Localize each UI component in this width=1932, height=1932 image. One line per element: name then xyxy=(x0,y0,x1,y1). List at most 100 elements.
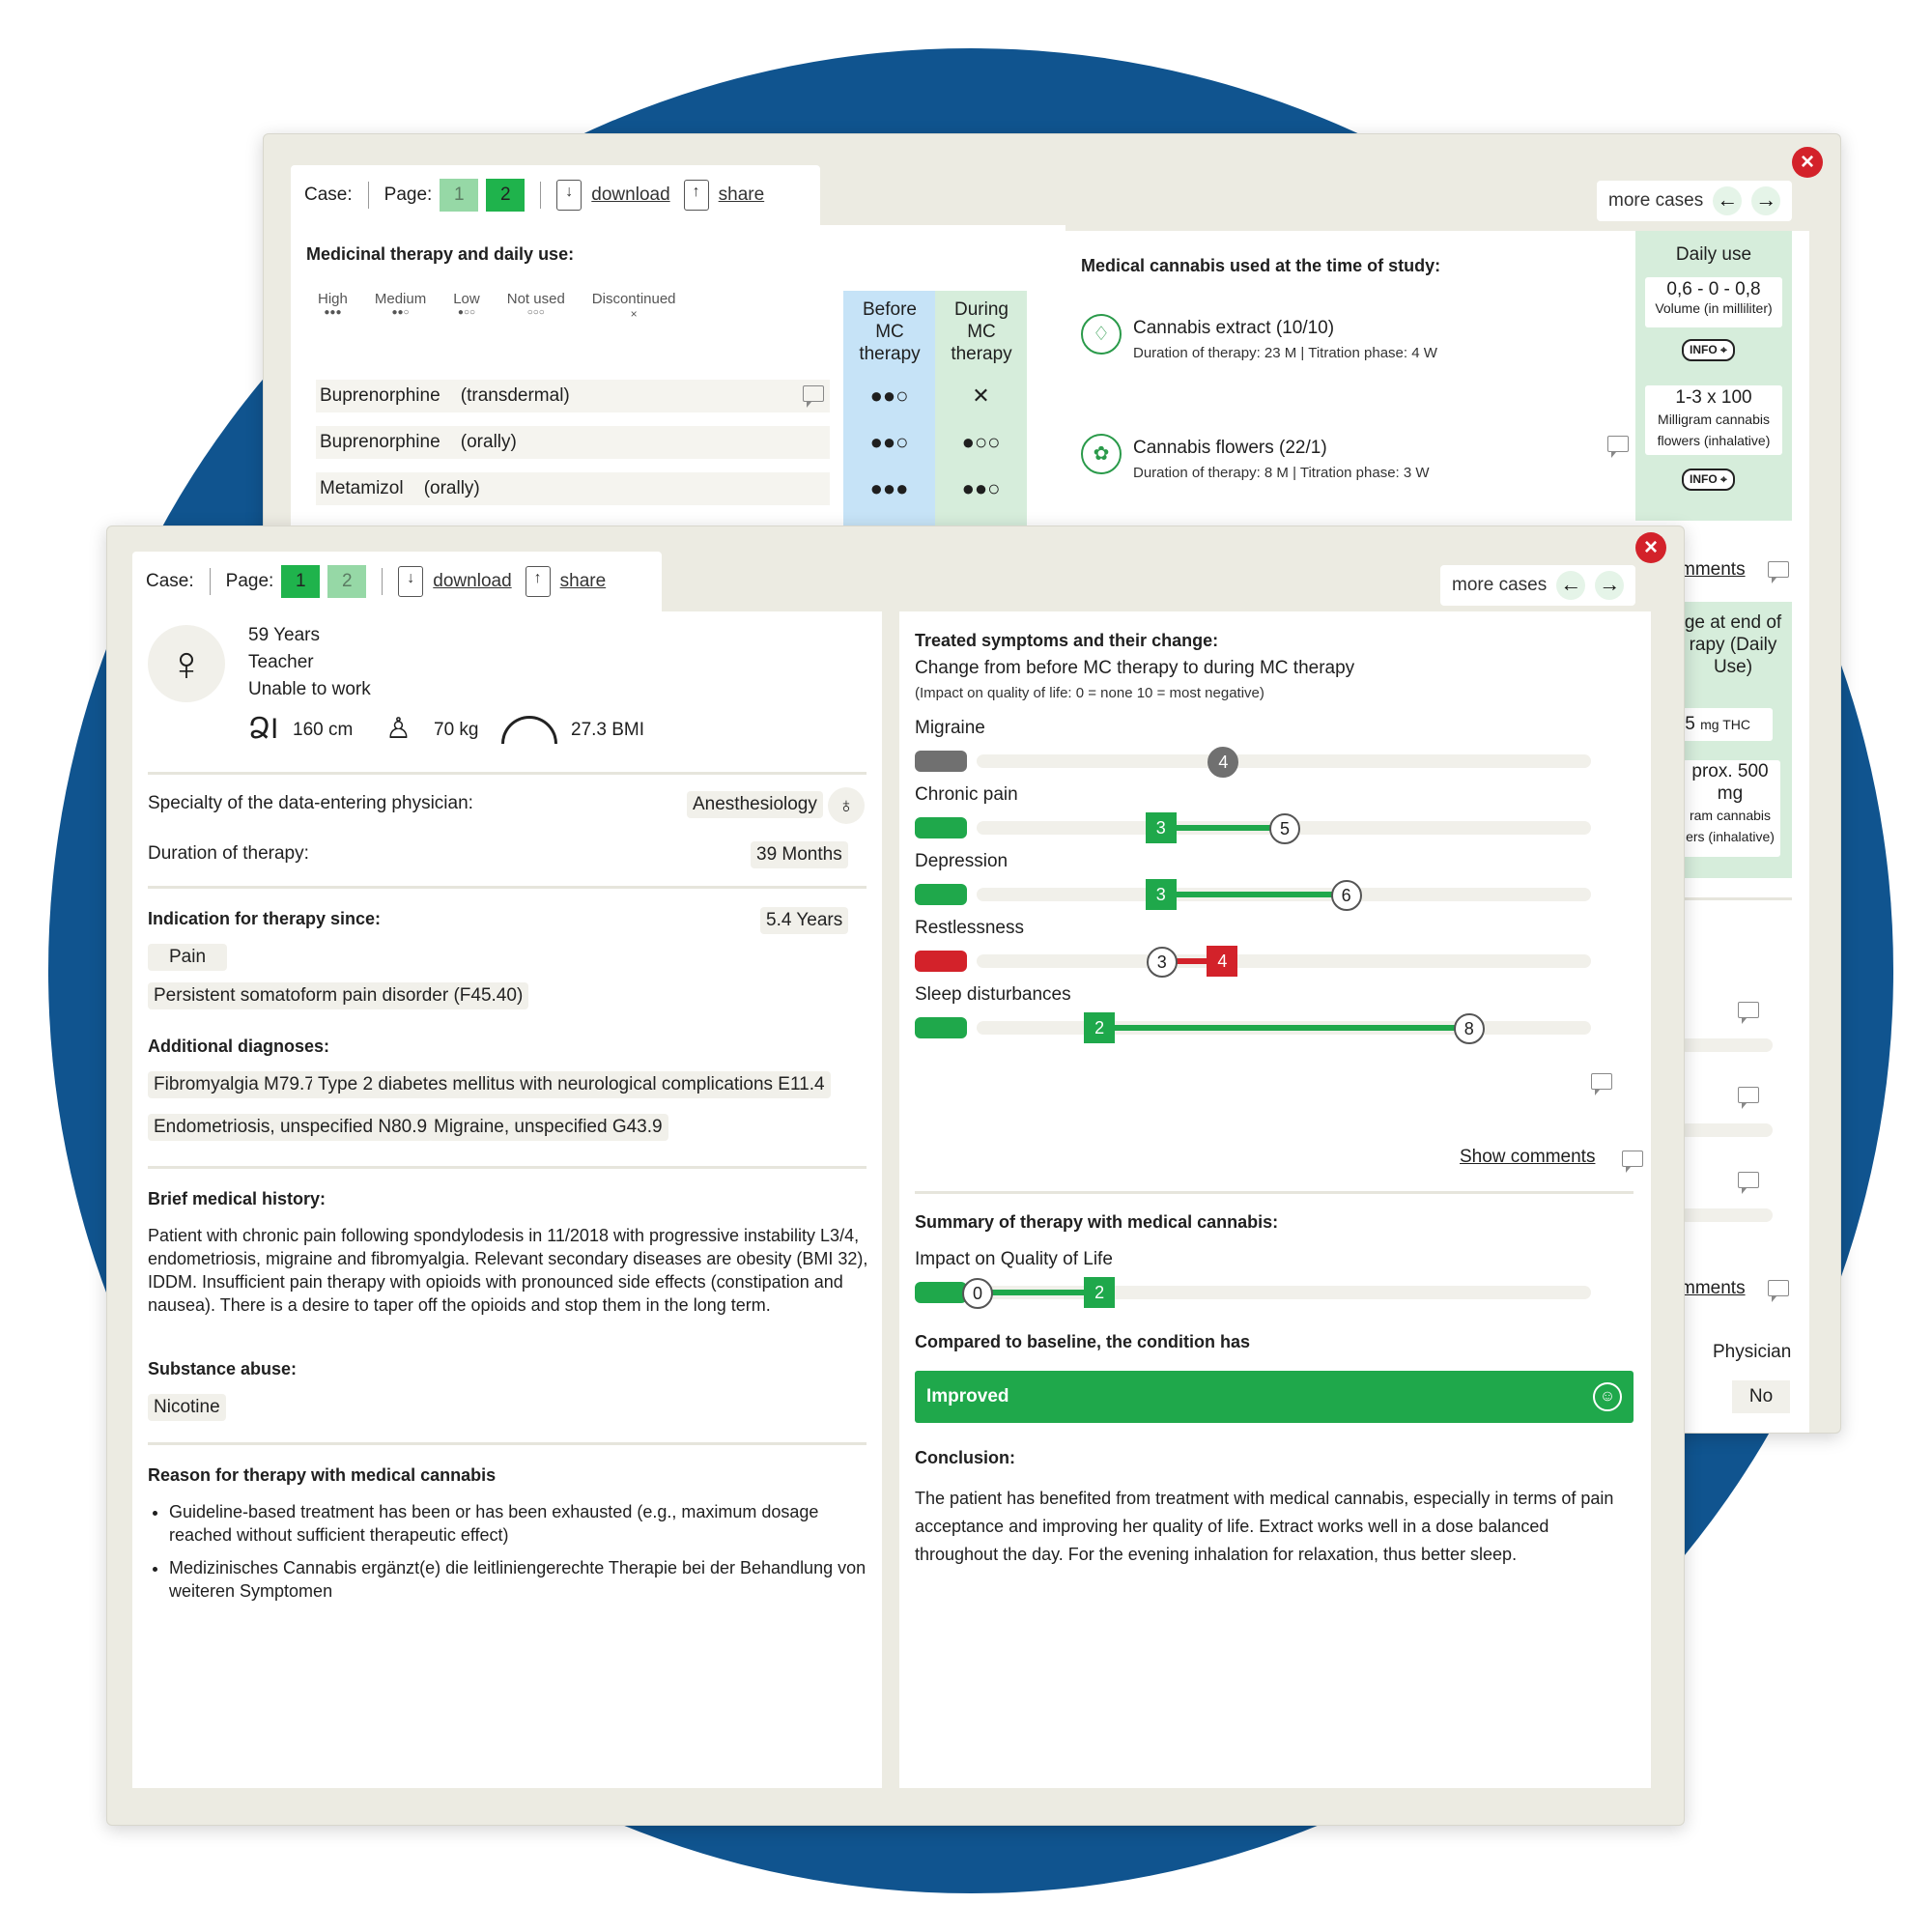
diagnosis-chip: Migraine, unspecified G43.9 xyxy=(428,1114,668,1141)
drug-name: Buprenorphine xyxy=(320,432,440,452)
cannabis-name: Cannabis extract (10/10) xyxy=(1133,318,1335,338)
share-link[interactable]: ↑ share xyxy=(683,180,765,211)
page-1-button[interactable]: 1 xyxy=(281,565,321,598)
specialty-label: Specialty of the data-entering physician… xyxy=(148,793,473,813)
end-of-therapy-header: ge at end of rapy (Daily Use) xyxy=(1684,612,1782,677)
arrow-right-icon[interactable]: → xyxy=(1595,571,1625,600)
info-label: INFO xyxy=(1690,343,1718,356)
therapy-title: Medicinal therapy and daily use: xyxy=(306,244,575,264)
download-icon: ↓ xyxy=(556,180,582,211)
comment-icon[interactable] xyxy=(1607,436,1629,458)
before-value: 0 xyxy=(962,1278,993,1309)
close-icon[interactable]: × xyxy=(1792,147,1823,178)
legend-label: Discontinued xyxy=(591,291,676,307)
more-cases-nav: more cases ← → xyxy=(1597,181,1793,221)
download-link[interactable]: ↓ download xyxy=(556,180,670,211)
before-header: Before MC therapy xyxy=(859,299,921,364)
share-icon: ↑ xyxy=(683,180,709,211)
duration-label: Duration of therapy: xyxy=(148,843,309,864)
history-text: Patient with chronic pain following spon… xyxy=(148,1226,868,1315)
flowers-value: prox. 500 mg xyxy=(1691,761,1769,804)
legend-dots: ●●● xyxy=(324,307,342,318)
download-icon: ↓ xyxy=(398,566,424,597)
share-icon: ↑ xyxy=(525,566,551,597)
patient-weight: 70 kg xyxy=(434,720,479,740)
drug-route: (orally) xyxy=(460,432,517,452)
arrow-left-icon[interactable]: ← xyxy=(1556,571,1586,600)
download-link[interactable]: ↓ download xyxy=(398,566,512,597)
cannabis-detail: Duration of therapy: 23 M | Titration ph… xyxy=(1133,345,1437,361)
cannabis-name: Cannabis flowers (22/1) xyxy=(1133,438,1327,458)
comment-icon[interactable] xyxy=(1738,1087,1759,1109)
legend-dots: × xyxy=(630,307,638,321)
cannabis-detail: Duration of therapy: 8 M | Titration pha… xyxy=(1133,465,1430,481)
cannabis-title: Medical cannabis used at the time of stu… xyxy=(1081,256,1441,275)
legend-label: Not used xyxy=(506,291,565,307)
share-link[interactable]: ↑ share xyxy=(525,566,606,597)
drug-row: Buprenorphine (orally) xyxy=(316,426,830,459)
info-map-icon[interactable]: INFO ⌖ xyxy=(1682,339,1735,361)
comment-icon[interactable] xyxy=(1768,1280,1789,1302)
legend-dots: ○○○ xyxy=(526,307,545,318)
comment-icon[interactable] xyxy=(803,385,824,408)
drug-during-level: ●●○ xyxy=(961,476,1001,500)
page-1-button[interactable]: 1 xyxy=(440,179,479,212)
indication-value: 5.4 Years xyxy=(760,907,849,934)
daily-use-unit: Volume (in milliliter) xyxy=(1655,300,1773,316)
arrow-left-icon[interactable]: ← xyxy=(1713,186,1743,215)
drug-before-level: ●●○ xyxy=(869,430,909,454)
legend-label: Low xyxy=(453,291,480,307)
diagnosis-chip: Fibromyalgia M79.7 xyxy=(148,1071,321,1098)
drug-route: (orally) xyxy=(423,478,480,498)
daily-use-value: 0,6 - 0 - 0,8 xyxy=(1666,279,1761,299)
front-case-window: × Case: Page: 1 2 ↓ download ↑ share more … xyxy=(106,526,1685,1826)
dose-legend: High ●●● Medium ●●○ Low ●○○ Not used ○○○ Dis… xyxy=(318,291,676,321)
info-map-icon[interactable]: INFO ⌖ xyxy=(1682,469,1735,491)
divider xyxy=(148,772,867,775)
indication-chip: Pain xyxy=(148,944,228,971)
qol-slider: 02 xyxy=(899,611,1651,1346)
close-icon[interactable]: × xyxy=(1635,532,1666,563)
share-label: share xyxy=(718,185,765,205)
comments-link-fragment[interactable]: mments xyxy=(1680,1278,1746,1299)
during-value: 2 xyxy=(1084,1277,1116,1308)
comment-icon[interactable] xyxy=(1738,1172,1759,1194)
comment-icon[interactable] xyxy=(1738,1002,1759,1024)
result-label: Improved xyxy=(926,1386,1009,1406)
daily-use-unit: Milligram cannabis flowers (inhalative) xyxy=(1657,412,1771,448)
track-fragment xyxy=(1680,1208,1773,1222)
physician-icon: ♁ xyxy=(828,787,865,824)
weight-icon: ♙ xyxy=(385,713,412,745)
physician-label: Physician xyxy=(1713,1342,1792,1362)
comments-link-fragment[interactable]: mments xyxy=(1680,559,1746,581)
page-label: Page: xyxy=(225,571,274,591)
compared-label: Compared to baseline, the condition has xyxy=(915,1332,1251,1351)
comment-icon[interactable] xyxy=(1768,561,1789,583)
divider xyxy=(148,886,867,889)
drug-row: Buprenorphine (transdermal) xyxy=(316,380,830,412)
patient-age: 59 Years xyxy=(248,625,320,645)
thc-card: 5 mg THC xyxy=(1680,708,1773,741)
page-2-button[interactable]: 2 xyxy=(327,565,367,598)
back-toolbar: Case: Page: 1 2 ↓ download ↑ share xyxy=(291,165,820,225)
substance-label: Substance abuse: xyxy=(148,1359,298,1378)
arrow-right-icon[interactable]: → xyxy=(1751,186,1781,215)
drug-row: Metamizol (orally) xyxy=(316,472,830,505)
result-banner: Improved ☺ xyxy=(915,1371,1634,1423)
page-2-button[interactable]: 2 xyxy=(486,179,526,212)
diagnosis-chip: Type 2 diabetes mellitus with neurologic… xyxy=(312,1071,831,1098)
bmi-gauge-icon xyxy=(501,716,557,744)
daily-use-card: 1-3 x 100 Milligram cannabis flowers (in… xyxy=(1645,385,1782,455)
symptoms-panel: Treated symptoms and their change: Chang… xyxy=(899,611,1651,1788)
diagnosis-chip: Endometriosis, unspecified N80.9 xyxy=(148,1114,434,1141)
drug-name: Metamizol xyxy=(320,478,404,498)
answer-chip: No xyxy=(1732,1380,1790,1413)
track-fragment xyxy=(1680,1123,1773,1137)
reason-label: Reason for therapy with medical cannabis xyxy=(148,1465,497,1485)
case-label: Case: xyxy=(146,571,194,591)
drug-before-level: ●●● xyxy=(869,476,909,500)
history-label: Brief medical history: xyxy=(148,1189,327,1208)
divider xyxy=(148,1442,867,1445)
legend-label: Medium xyxy=(374,291,427,307)
more-cases-label: more cases xyxy=(1452,575,1548,595)
